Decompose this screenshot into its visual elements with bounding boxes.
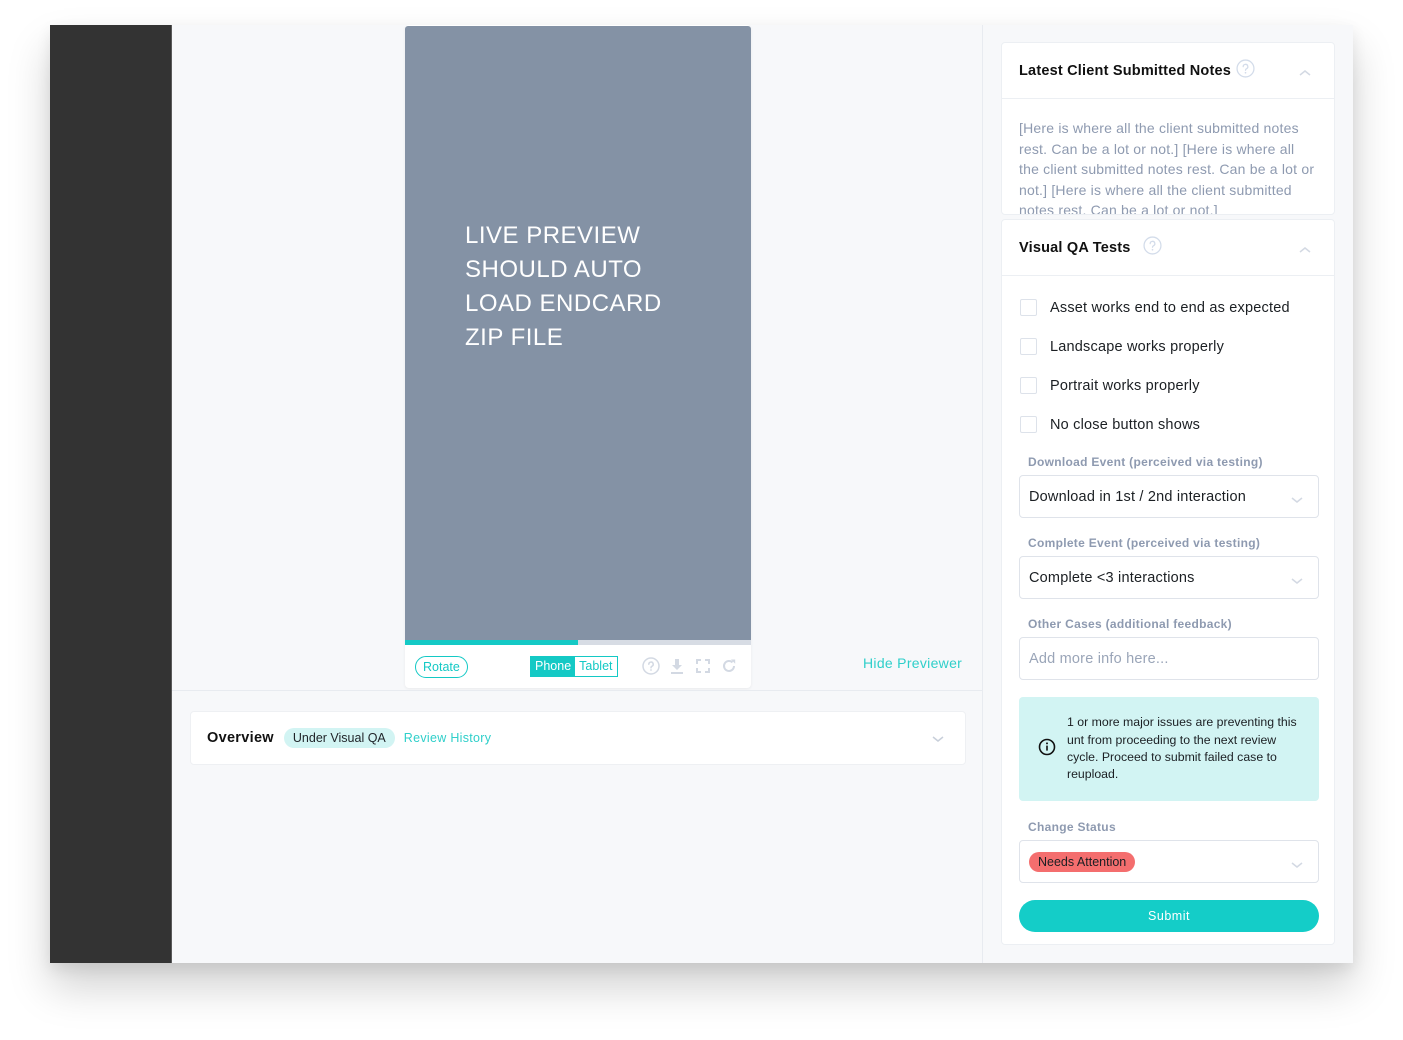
checkbox[interactable] bbox=[1020, 416, 1037, 433]
check-label: Portrait works properly bbox=[1050, 377, 1200, 394]
fullscreen-icon[interactable] bbox=[694, 657, 712, 675]
help-icon[interactable] bbox=[642, 657, 660, 675]
qa-check-item[interactable]: No close button shows bbox=[1002, 405, 1334, 444]
main-content: LIVE PREVIEW SHOULD AUTO LOAD ENDCARD ZI… bbox=[172, 25, 983, 963]
info-icon bbox=[1038, 738, 1056, 761]
download-event-value: Download in 1st / 2nd interaction bbox=[1029, 488, 1246, 505]
chevron-down-icon[interactable] bbox=[931, 731, 945, 749]
qa-check-item[interactable]: Portrait works properly bbox=[1002, 366, 1334, 405]
sidebar bbox=[50, 25, 172, 963]
review-history-link[interactable]: Review History bbox=[404, 731, 492, 745]
device-option-phone[interactable]: Phone bbox=[531, 657, 576, 676]
help-icon[interactable] bbox=[1142, 235, 1162, 260]
qa-check-item[interactable]: Asset works end to end as expected bbox=[1002, 288, 1334, 327]
chevron-down-icon bbox=[1290, 492, 1304, 510]
overview-card[interactable]: Overview Under Visual QA Review History bbox=[190, 711, 966, 765]
complete-event-value: Complete <3 interactions bbox=[1029, 569, 1195, 586]
download-event-select[interactable]: Download in 1st / 2nd interaction bbox=[1019, 475, 1319, 518]
chevron-up-icon[interactable] bbox=[1298, 242, 1312, 260]
check-label: No close button shows bbox=[1050, 416, 1201, 433]
complete-event-select[interactable]: Complete <3 interactions bbox=[1019, 556, 1319, 599]
check-label: Landscape works properly bbox=[1050, 338, 1225, 355]
preview-tool-icons bbox=[642, 657, 738, 675]
preview-placeholder-text: LIVE PREVIEW SHOULD AUTO LOAD ENDCARD ZI… bbox=[465, 222, 662, 351]
check-label: Asset works end to end as expected bbox=[1050, 299, 1290, 316]
issue-alert: 1 or more major issues are preventing th… bbox=[1019, 697, 1319, 801]
chevron-up-icon[interactable] bbox=[1298, 65, 1312, 83]
right-panel: Latest Client Submitted Notes [Here is w… bbox=[983, 25, 1353, 963]
qa-checklist: Asset works end to end as expected Lands… bbox=[1002, 276, 1334, 444]
download-icon[interactable] bbox=[668, 657, 686, 675]
submit-button[interactable]: Submit bbox=[1019, 900, 1319, 932]
overview-title: Overview bbox=[207, 730, 274, 746]
alert-message: 1 or more major issues are preventing th… bbox=[1067, 715, 1297, 782]
visual-qa-header[interactable]: Visual QA Tests bbox=[1002, 220, 1334, 276]
client-notes-header[interactable]: Latest Client Submitted Notes bbox=[1002, 43, 1334, 99]
device-option-tablet[interactable]: Tablet bbox=[575, 657, 617, 676]
live-preview-screen[interactable]: LIVE PREVIEW SHOULD AUTO LOAD ENDCARD ZI… bbox=[405, 26, 751, 640]
divider bbox=[172, 690, 983, 691]
client-notes-text: [Here is where all the client submitted … bbox=[1019, 120, 1315, 214]
client-notes-title: Latest Client Submitted Notes bbox=[1019, 62, 1232, 79]
visual-qa-card: Visual QA Tests Asset works end to end a… bbox=[1001, 219, 1335, 945]
checkbox[interactable] bbox=[1020, 377, 1037, 394]
preview-progress-fill bbox=[405, 640, 578, 645]
rotate-button[interactable]: Rotate bbox=[415, 656, 468, 678]
client-notes-card: Latest Client Submitted Notes [Here is w… bbox=[1001, 42, 1335, 215]
device-toggle: Phone Tablet bbox=[530, 656, 618, 677]
download-event-label: Download Event (perceived via testing) bbox=[1028, 455, 1263, 469]
app-window: LIVE PREVIEW SHOULD AUTO LOAD ENDCARD ZI… bbox=[50, 25, 1353, 963]
chevron-down-icon bbox=[1290, 573, 1304, 591]
complete-event-label: Complete Event (perceived via testing) bbox=[1028, 536, 1261, 550]
checkbox[interactable] bbox=[1020, 338, 1037, 355]
visual-qa-title: Visual QA Tests bbox=[1019, 239, 1131, 256]
chevron-down-icon bbox=[1290, 857, 1304, 875]
other-cases-input[interactable] bbox=[1019, 637, 1319, 680]
change-status-label: Change Status bbox=[1028, 820, 1116, 834]
status-badge: Under Visual QA bbox=[283, 728, 395, 748]
refresh-icon[interactable] bbox=[720, 657, 738, 675]
help-icon[interactable] bbox=[1236, 58, 1255, 83]
change-status-select[interactable]: Needs Attention bbox=[1019, 840, 1319, 883]
checkbox[interactable] bbox=[1020, 299, 1037, 316]
hide-previewer-link[interactable]: Hide Previewer bbox=[863, 655, 962, 671]
preview-toolbar: Rotate Phone Tablet bbox=[405, 650, 751, 685]
qa-check-item[interactable]: Landscape works properly bbox=[1002, 327, 1334, 366]
status-badge: Needs Attention bbox=[1029, 851, 1136, 872]
previewer-card: LIVE PREVIEW SHOULD AUTO LOAD ENDCARD ZI… bbox=[405, 25, 751, 688]
preview-progress-bar bbox=[405, 640, 751, 645]
other-cases-label: Other Cases (additional feedback) bbox=[1028, 617, 1232, 631]
